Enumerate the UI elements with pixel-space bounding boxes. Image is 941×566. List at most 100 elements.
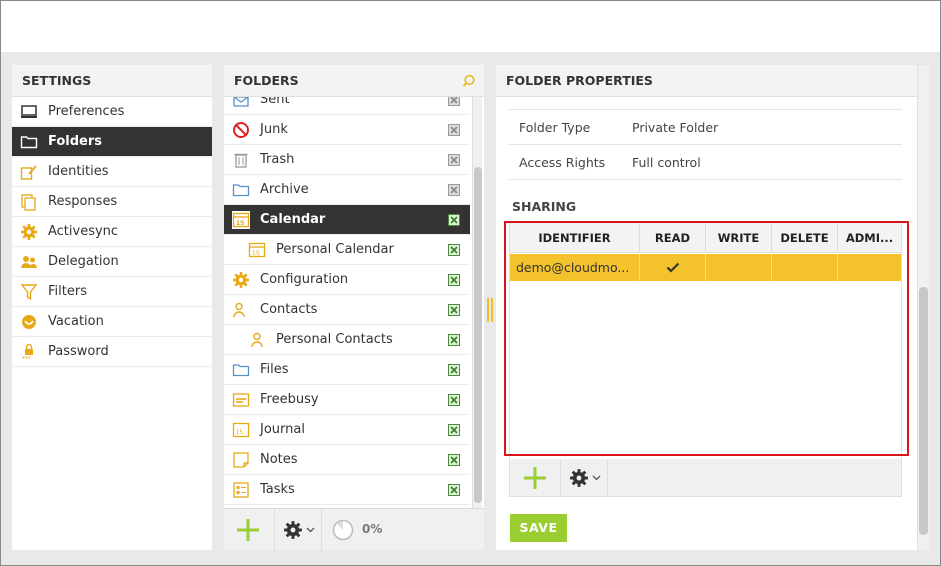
subscribe-checkbox[interactable] [448,484,460,496]
settings-item-responses[interactable]: Responses [12,187,212,217]
identity-icon [20,165,37,180]
settings-item-password[interactable]: *** Password [12,337,212,367]
settings-item-folders[interactable]: Folders [12,127,212,157]
sharing-delete-cell[interactable] [772,254,838,281]
column-header-write[interactable]: WRITE [706,223,772,253]
filter-icon [20,284,38,301]
folder-item-archive[interactable]: Archive [224,175,470,205]
checkmark-icon [666,262,680,273]
subscribe-checkbox[interactable] [448,424,460,436]
search-icon[interactable] [462,74,476,88]
properties-scrollbar[interactable] [917,65,929,550]
properties-scroll-thumb[interactable] [919,287,928,535]
gear-icon [21,224,37,240]
folder-properties-panel: FOLDER PROPERTIES Folder Type Private Fo… [496,65,929,550]
folder-item-label: Personal Calendar [276,242,394,257]
calendar-icon: 15 [232,211,250,229]
folder-options-button[interactable] [274,509,322,551]
sharing-table-header: IDENTIFIER READ WRITE DELETE ADMI... [510,223,901,253]
settings-item-identities[interactable]: Identities [12,157,212,187]
folders-footer: 0% [224,508,484,551]
settings-item-label: Password [48,344,109,359]
sharing-row[interactable]: demo@cloudmo... [510,254,901,281]
folder-item-label: Calendar [260,212,326,227]
responses-icon [21,194,36,211]
sharing-read-cell[interactable] [640,254,706,281]
settings-title: SETTINGS [12,65,212,97]
folder-item-personal-calendar[interactable]: 15 Personal Calendar [224,235,470,265]
folders-panel: FOLDERS Sent Junk Trash Archive 15 Calendar 15… [224,65,484,551]
folder-item-label: Junk [260,122,288,137]
save-button[interactable]: SAVE [510,514,567,542]
freebusy-icon [232,391,250,409]
plus-icon [524,467,546,489]
subscribe-checkbox[interactable] [448,124,460,136]
folders-title: FOLDERS [234,73,299,88]
settings-item-delegation[interactable]: Delegation [12,247,212,277]
column-header-identifier[interactable]: IDENTIFIER [510,223,640,253]
contacts-icon [232,301,250,319]
monitor-icon [21,105,37,118]
contact-icon [248,331,266,349]
sharing-write-cell[interactable] [706,254,772,281]
folder-item-personal-contacts[interactable]: Personal Contacts [224,325,470,355]
sharing-admin-cell[interactable] [838,254,901,281]
folder-item-calendar[interactable]: 15 Calendar [224,205,470,235]
column-header-admin[interactable]: ADMI... [838,223,901,253]
folder-item-trash[interactable]: Trash [224,145,470,175]
folder-item-label: Sent [260,97,290,107]
top-bar [1,1,940,52]
settings-item-filters[interactable]: Filters [12,277,212,307]
folder-item-label: Contacts [260,302,318,317]
folder-icon [20,136,38,149]
subscribe-checkbox[interactable] [448,304,460,316]
folder-item-sent[interactable]: Sent [224,97,470,115]
folder-item-configuration[interactable]: Configuration [224,265,470,295]
folder-item-files[interactable]: Files [224,355,470,385]
share-options-button[interactable] [560,459,608,497]
settings-item-label: Preferences [48,104,125,119]
settings-item-activesync[interactable]: Activesync [12,217,212,247]
folder-item-tasks[interactable]: Tasks [224,475,470,505]
settings-item-label: Folders [48,134,103,149]
settings-list: Preferences Folders Identities Responses… [12,97,212,367]
folder-item-notes[interactable]: Notes [224,445,470,475]
subscribe-checkbox[interactable] [448,97,460,106]
panel-splitter[interactable] [487,298,493,322]
folder-item-label: Archive [260,182,309,197]
subscribe-checkbox[interactable] [448,244,460,256]
subscribe-checkbox[interactable] [448,334,460,346]
folder-list-scrollbar[interactable] [472,97,482,509]
subscribe-checkbox[interactable] [448,214,460,226]
subscribe-checkbox[interactable] [448,394,460,406]
subscribe-checkbox[interactable] [448,274,460,286]
junk-icon [232,121,250,139]
subscribe-checkbox[interactable] [448,154,460,166]
svg-text:15: 15 [236,429,244,436]
folder-item-junk[interactable]: Junk [224,115,470,145]
folder-item-label: Tasks [260,482,295,497]
archive-folder-icon [232,181,250,199]
add-share-button[interactable] [510,459,558,497]
subscribe-checkbox[interactable] [448,184,460,196]
tasks-icon [232,481,250,499]
property-value: Full control [632,155,701,170]
subscribe-checkbox[interactable] [448,364,460,376]
column-header-read[interactable]: READ [640,223,706,253]
add-folder-button[interactable] [224,509,272,551]
folder-list-scroll-thumb[interactable] [474,167,482,503]
folder-item-label: Personal Contacts [276,332,393,347]
gear-icon [570,469,588,487]
settings-item-label: Vacation [48,314,104,329]
subscribe-checkbox[interactable] [448,454,460,466]
settings-item-preferences[interactable]: Preferences [12,97,212,127]
column-header-delete[interactable]: DELETE [772,223,838,253]
folder-item-label: Trash [260,152,295,167]
sharing-identifier: demo@cloudmo... [510,254,640,281]
folder-item-journal[interactable]: 15 Journal [224,415,470,445]
settings-item-vacation[interactable]: Vacation [12,307,212,337]
folder-item-contacts[interactable]: Contacts [224,295,470,325]
folder-item-freebusy[interactable]: Freebusy [224,385,470,415]
settings-item-label: Delegation [48,254,119,269]
notes-icon [232,451,250,469]
